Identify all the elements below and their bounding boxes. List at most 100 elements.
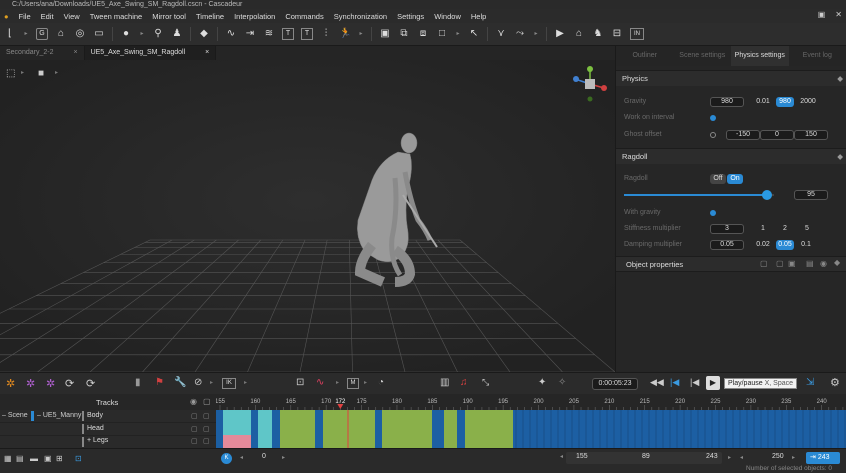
physics-pose-icon[interactable]: ⤳ [514, 28, 526, 40]
ghost-offset-max[interactable]: 150 [794, 130, 828, 140]
folder-icon[interactable]: ▬ [30, 454, 38, 463]
no-icon[interactable]: ⊘ [194, 377, 202, 388]
dropdown-arrow-icon[interactable]: ▸ [336, 379, 339, 386]
dropdown-arrow-icon[interactable]: ▸ [21, 69, 24, 76]
menu-view[interactable]: View [64, 12, 80, 21]
track-checkbox-icon[interactable]: ▢ [203, 437, 210, 445]
gear-icon[interactable]: ⚙ [830, 376, 840, 389]
stiffness-preset-2[interactable]: 2 [778, 224, 792, 234]
menu-tween-machine[interactable]: Tween machine [90, 12, 143, 21]
dropdown-arrow-icon[interactable]: ▸ [23, 28, 29, 40]
add-icon[interactable]: ⊞ [56, 454, 63, 463]
align-icon[interactable]: ⫶ [320, 28, 332, 40]
tab-secondary[interactable]: Secondary_2-2 × [0, 46, 85, 60]
loop-alt-icon[interactable]: ⟳ [86, 377, 95, 390]
home-icon[interactable]: ⌂ [573, 28, 585, 40]
delete-icon[interactable]: ▣ [44, 454, 52, 463]
tab-outliner[interactable]: Outliner [616, 46, 674, 66]
visibility-icon[interactable]: ◉ [190, 397, 197, 406]
keyframe-range-icon[interactable]: ⊡ [296, 377, 304, 388]
character-icon[interactable]: ♟ [171, 28, 183, 40]
track-checkbox-icon[interactable]: ▢ [191, 425, 198, 433]
grid-view-icon[interactable]: ▦ [4, 454, 12, 463]
menu-window[interactable]: Window [434, 12, 461, 21]
dropdown-arrow-icon[interactable]: ▸ [210, 379, 213, 386]
ragdoll-slider-input[interactable]: 95 [794, 190, 828, 200]
visibility-icon[interactable]: ◉ [820, 259, 827, 268]
menu-commands[interactable]: Commands [285, 12, 323, 21]
m-button[interactable]: M [347, 378, 359, 389]
object-prop-tool-2-icon[interactable]: ▢ [776, 259, 784, 268]
marker-icon[interactable]: ▮ [135, 377, 141, 388]
timeline-settings-icon[interactable]: ⊡ [75, 454, 82, 463]
dropdown-arrow-icon[interactable]: ▸ [358, 28, 364, 40]
ragdoll-on-button[interactable]: On [727, 174, 743, 184]
lock-icon[interactable]: ▢ [203, 397, 211, 406]
flag-icon[interactable]: ⚑ [155, 377, 164, 388]
ragdoll-section-header[interactable]: Ragdoll ◆ [616, 148, 846, 164]
link-icon[interactable]: ⊟ [611, 28, 623, 40]
frame-zero-field[interactable]: 0 [262, 453, 266, 460]
gravity-preset-980[interactable]: 980 [776, 97, 794, 107]
curve-icon[interactable]: ∿ [225, 28, 237, 40]
music-icon[interactable]: ♫ [460, 377, 468, 388]
dropdown-arrow-icon[interactable]: ▸ [139, 28, 145, 40]
copy-icon[interactable]: ⧉ [398, 28, 410, 40]
ghost-offset-mid[interactable]: 0 [760, 130, 794, 140]
stiffness-preset-5[interactable]: 5 [800, 224, 814, 234]
range-slider[interactable]: ◂ 155 89 243 [560, 452, 722, 464]
dropdown-arrow-icon[interactable]: ▸ [455, 28, 461, 40]
ik-button[interactable]: IK [222, 378, 236, 389]
track-checkbox-icon[interactable]: ▢ [191, 437, 198, 445]
tween-icon[interactable]: ≋ [263, 28, 275, 40]
loop-play-icon[interactable]: ⇲ [806, 377, 814, 388]
expand-plus[interactable]: + [87, 437, 91, 444]
ghost-offset-min[interactable]: -150 [726, 130, 760, 140]
object-prop-tool-3-icon[interactable]: ▣ [788, 259, 796, 268]
menu-help[interactable]: Help [471, 12, 486, 21]
timeline-track-area[interactable] [216, 410, 846, 448]
axis-tool-icon[interactable]: ⌊ [4, 28, 16, 40]
orientation-gizmo[interactable] [572, 66, 608, 102]
key-pose-icon[interactable]: ✦ [538, 377, 546, 388]
right-arrow-icon[interactable]: ▸ [792, 454, 795, 461]
snap-icon[interactable]: ⌂ [55, 28, 67, 40]
viewport-3d[interactable]: ⬚ ▸ ■ ▸ [0, 60, 615, 372]
pin-icon[interactable]: ◆ [834, 258, 840, 267]
tab-physics-settings[interactable]: Physics settings [731, 46, 789, 66]
key-toggle-button[interactable]: G [36, 28, 48, 40]
right-arrow-icon[interactable]: ▸ [728, 454, 731, 461]
ragdoll-slider-track[interactable] [624, 190, 774, 200]
menu-settings[interactable]: Settings [397, 12, 424, 21]
eraser-icon[interactable]: ◆ [198, 28, 210, 40]
with-gravity-toggle[interactable] [710, 210, 716, 216]
dropdown-arrow-icon[interactable]: ▸ [244, 379, 247, 386]
waveform-icon[interactable]: ∿ [316, 377, 324, 388]
left-arrow-icon[interactable]: ◂ [560, 453, 563, 460]
speedometer-icon[interactable]: ◔ [378, 377, 384, 388]
keyframe-icon[interactable]: ▶ [554, 28, 566, 40]
rig-icon[interactable]: ⚲ [152, 28, 164, 40]
track-row[interactable]: + Legs ▢ ▢ [0, 436, 216, 448]
cursor-icon[interactable]: ↖ [468, 28, 480, 40]
left-arrow-icon[interactable]: ◂ [240, 454, 243, 461]
work-on-interval-toggle[interactable] [710, 115, 716, 121]
tab-close-icon[interactable]: × [73, 46, 77, 60]
object-prop-tool-1-icon[interactable]: ▢ [760, 259, 768, 268]
square-icon[interactable]: □ [436, 28, 448, 40]
object-properties-header[interactable]: Object properties ▢ ▢ ▣ ▤ ◉ ◆ [616, 256, 846, 272]
track-checkbox-icon[interactable]: ▢ [203, 412, 210, 420]
total-frames-field[interactable]: 250 [772, 453, 784, 460]
tab-scene-settings[interactable]: Scene settings [674, 46, 732, 66]
paste-icon[interactable]: ⧈ [417, 28, 429, 40]
wrench-icon[interactable]: 🔧 [174, 377, 186, 388]
layout-icon[interactable]: ▣ [818, 10, 826, 19]
track-checkbox-icon[interactable]: ▢ [203, 425, 210, 433]
stiffness-preset-1[interactable]: 1 [756, 224, 770, 234]
dropdown-arrow-icon[interactable]: ▸ [533, 28, 539, 40]
ghost-offset-toggle[interactable] [710, 132, 716, 138]
camera-icon[interactable]: ■ [38, 68, 44, 79]
list-view-icon[interactable]: ▤ [16, 454, 24, 463]
damping-preset-0-02[interactable]: 0.02 [754, 240, 772, 250]
gravity-input[interactable]: 980 [710, 97, 744, 107]
